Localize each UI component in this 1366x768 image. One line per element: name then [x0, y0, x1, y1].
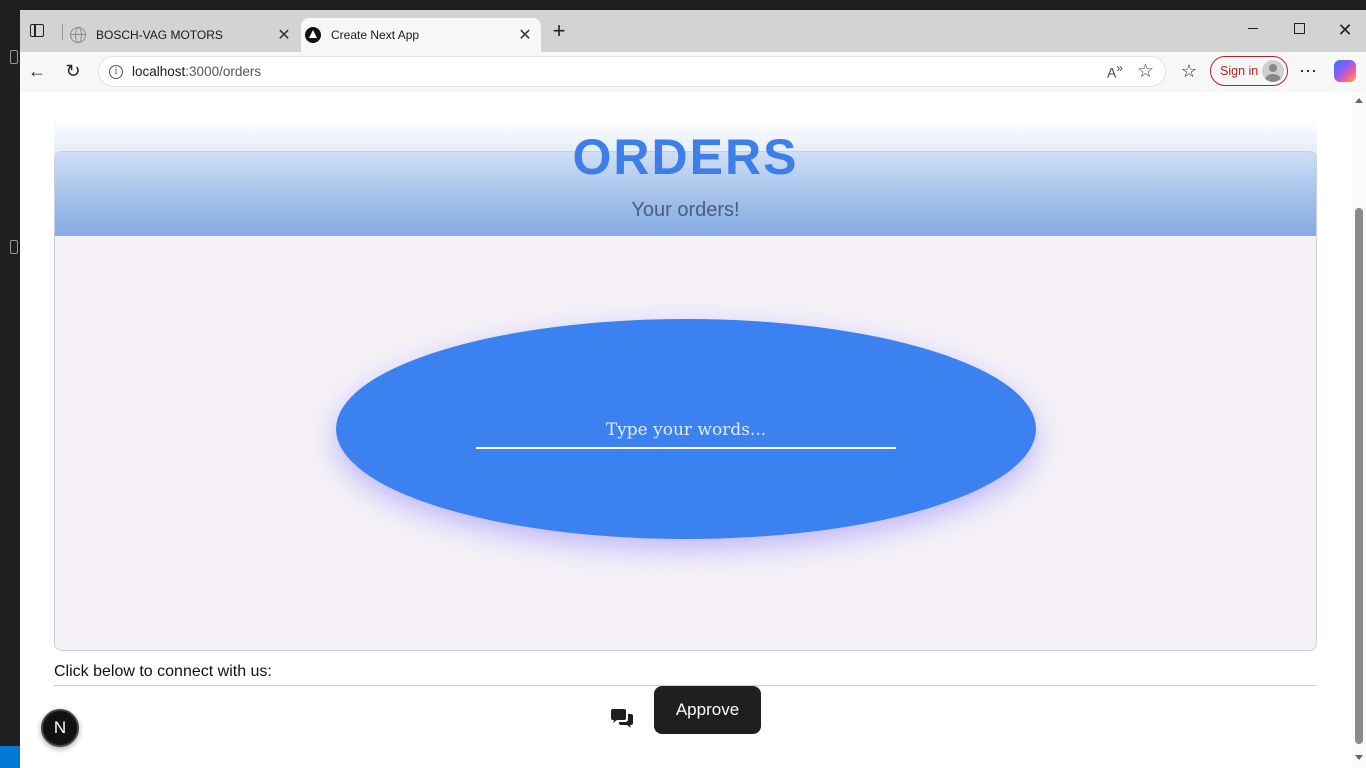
browser-window: BOSCH-VAG MOTORS ✕ Create Next App ✕ + ✕… — [20, 10, 1366, 768]
page-viewport: ORDERS Your orders! Click below to conne… — [20, 92, 1366, 768]
desktop-left-edge — [0, 0, 20, 768]
input-ellipse — [336, 319, 1036, 539]
chat-icon[interactable] — [609, 708, 635, 730]
scrollbar[interactable] — [1352, 92, 1366, 768]
address-bar[interactable]: i localhost:3000/orders A» ☆ — [98, 56, 1166, 87]
extensions-icon — [10, 240, 18, 254]
tab-strip: BOSCH-VAG MOTORS ✕ Create Next App ✕ + ✕ — [20, 10, 1366, 52]
globe-icon — [70, 27, 86, 43]
tab-create-next-app[interactable]: Create Next App ✕ — [301, 18, 541, 52]
more-icon[interactable]: ⋯ — [1297, 60, 1319, 82]
url-text[interactable]: localhost:3000/orders — [132, 64, 261, 79]
explorer-icon — [10, 50, 18, 64]
tab-actions-icon[interactable] — [28, 22, 46, 40]
scroll-thumb[interactable] — [1355, 208, 1363, 744]
avatar-icon — [1262, 60, 1284, 82]
page-title: ORDERS — [572, 129, 799, 185]
tab-bosch[interactable]: BOSCH-VAG MOTORS ✕ — [66, 18, 300, 52]
tab-title: BOSCH-VAG MOTORS — [96, 28, 223, 42]
scroll-up-icon[interactable] — [1355, 98, 1363, 103]
maximize-button[interactable] — [1276, 20, 1322, 44]
sign-in-label: Sign in — [1220, 64, 1259, 78]
minimize-button[interactable] — [1230, 20, 1276, 44]
scroll-down-icon[interactable] — [1355, 755, 1363, 760]
info-icon[interactable]: i — [109, 65, 123, 79]
nextjs-dev-badge[interactable]: N — [41, 709, 79, 747]
back-icon[interactable]: ← — [26, 60, 48, 82]
favorite-star-icon[interactable]: ☆ — [1137, 60, 1154, 83]
connect-text: Click below to connect with us: — [54, 663, 272, 680]
words-input[interactable] — [476, 413, 896, 449]
close-window-button[interactable]: ✕ — [1322, 20, 1366, 44]
browser-toolbar: ← ↻ i localhost:3000/orders A» ☆ ☆ Sign … — [20, 52, 1366, 92]
sign-in-button[interactable]: Sign in — [1210, 56, 1288, 86]
favorites-icon[interactable]: ☆ — [1178, 60, 1200, 82]
nextjs-icon — [305, 27, 321, 43]
status-bar-remote — [0, 746, 20, 768]
tab-title: Create Next App — [331, 28, 420, 42]
close-tab-icon[interactable]: ✕ — [274, 25, 294, 45]
tab-divider — [62, 24, 63, 40]
reload-icon[interactable]: ↻ — [62, 60, 84, 82]
copilot-icon[interactable] — [1334, 60, 1356, 82]
read-aloud-icon[interactable]: A» — [1107, 62, 1123, 81]
approve-button[interactable]: Approve — [654, 686, 761, 734]
new-tab-icon[interactable]: + — [550, 20, 568, 42]
close-tab-icon[interactable]: ✕ — [515, 25, 535, 45]
page-subtitle: Your orders! — [631, 199, 740, 221]
